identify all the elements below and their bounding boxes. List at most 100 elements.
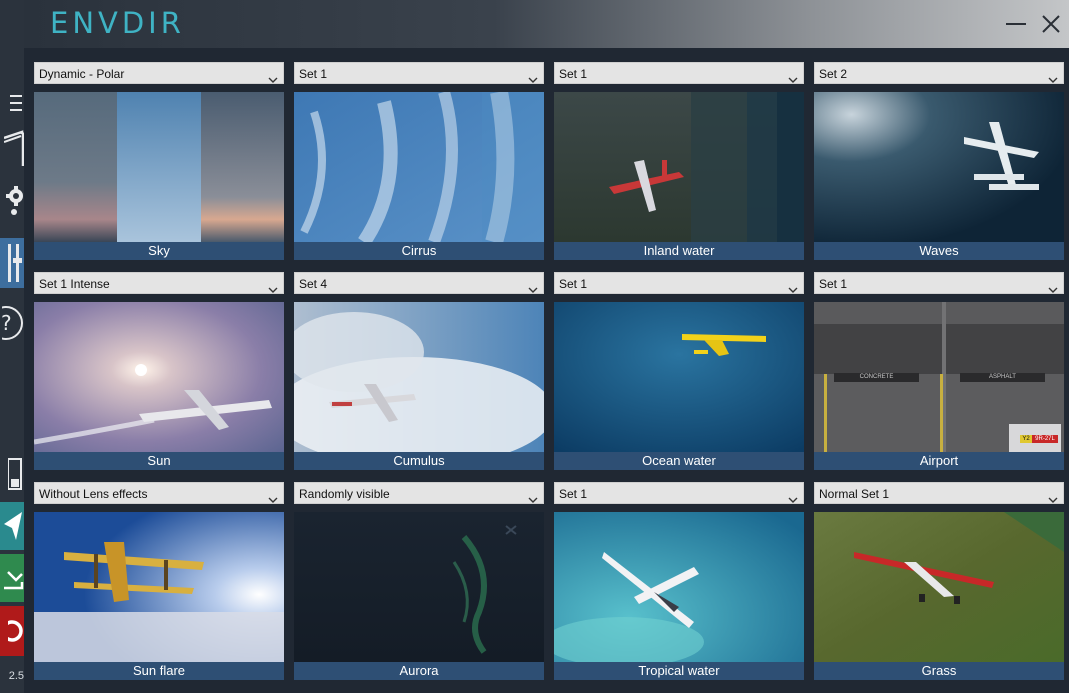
inland-water-select[interactable]: Set 1: [554, 62, 804, 84]
sky-label: Sky: [34, 242, 284, 260]
chevron-down-icon: [788, 489, 798, 511]
concrete-sign: CONCRETE: [859, 374, 894, 380]
app-title: ENVDIR: [50, 6, 185, 40]
download-icon: [4, 554, 24, 602]
minimize-icon: [1004, 23, 1028, 40]
cell-cumulus: Set 4 Cumulus: [294, 272, 544, 470]
tropical-water-select[interactable]: Set 1: [554, 482, 804, 504]
aurora-select-value: Randomly visible: [299, 487, 390, 501]
sun-label: Sun: [34, 452, 284, 470]
sky-select[interactable]: Dynamic - Polar: [34, 62, 284, 84]
close-icon: [1039, 15, 1063, 40]
download-button[interactable]: [0, 554, 24, 602]
cell-aurora: Randomly visible Aurora: [294, 482, 544, 680]
cell-sky: Dynamic - Polar Sky: [34, 62, 284, 260]
waves-thumbnail[interactable]: [814, 92, 1064, 242]
menu-icon: [10, 91, 24, 115]
chevron-down-icon: [268, 489, 278, 511]
sliders-icon: [6, 238, 24, 288]
chevron-down-icon: [528, 69, 538, 91]
settings-button[interactable]: [0, 182, 24, 222]
sidebar: ? 2.5: [0, 0, 24, 693]
help-button[interactable]: ?: [0, 300, 24, 346]
svg-text:?: ?: [2, 311, 12, 335]
chevron-down-icon: [528, 279, 538, 301]
gear-icon: [6, 182, 24, 222]
runway-sign-taxiway: Y2: [1022, 436, 1030, 442]
tropical-water-select-value: Set 1: [559, 487, 588, 501]
waves-label: Waves: [814, 242, 1064, 260]
home-button[interactable]: [0, 128, 24, 168]
cumulus-select-value: Set 4: [299, 277, 328, 291]
cirrus-select-value: Set 1: [299, 67, 328, 81]
title-bar: ENVDIR: [24, 0, 1069, 48]
grass-select-value: Normal Set 1: [819, 487, 890, 501]
home-icon: [4, 128, 24, 168]
cell-airport: Set 1 CONCRETE ASPHALT Y2 9R-27L Airport: [814, 272, 1064, 470]
adjust-button[interactable]: [0, 238, 24, 288]
ocean-water-select-value: Set 1: [559, 277, 588, 291]
sun-flare-thumbnail[interactable]: [34, 512, 284, 662]
chevron-down-icon: [268, 279, 278, 301]
inland-water-label: Inland water: [554, 242, 804, 260]
aurora-select[interactable]: Randomly visible: [294, 482, 544, 504]
sun-thumbnail[interactable]: [34, 302, 284, 452]
minimize-button[interactable]: [1004, 12, 1028, 36]
inland-water-thumbnail[interactable]: [554, 92, 804, 242]
cell-sun: Set 1 Intense Sun: [34, 272, 284, 470]
cell-grass: Normal Set 1 Grass: [814, 482, 1064, 680]
grass-select[interactable]: Normal Set 1: [814, 482, 1064, 504]
tropical-water-thumbnail[interactable]: [554, 512, 804, 662]
airport-thumbnail[interactable]: CONCRETE ASPHALT Y2 9R-27L: [814, 302, 1064, 452]
ocean-water-select[interactable]: Set 1: [554, 272, 804, 294]
sky-select-value: Dynamic - Polar: [39, 67, 125, 81]
environment-grid: Dynamic - Polar Sky Set 1 Cirrus Set 1 I…: [24, 48, 1069, 693]
ocean-water-label: Ocean water: [554, 452, 804, 470]
aurora-thumbnail[interactable]: [294, 512, 544, 662]
sun-select-value: Set 1 Intense: [39, 277, 110, 291]
sky-thumbnail[interactable]: [34, 92, 284, 242]
cumulus-select[interactable]: Set 4: [294, 272, 544, 294]
send-button[interactable]: [0, 502, 24, 550]
chevron-down-icon: [1048, 489, 1058, 511]
grass-label: Grass: [814, 662, 1064, 680]
runway-sign-runway: 9R-27L: [1035, 436, 1055, 442]
chevron-down-icon: [528, 489, 538, 511]
tropical-water-label: Tropical water: [554, 662, 804, 680]
cell-sun-flare: Without Lens effects Sun flare: [34, 482, 284, 680]
cell-inland-water: Set 1 Inland water: [554, 62, 804, 260]
sun-flare-label: Sun flare: [34, 662, 284, 680]
aurora-label: Aurora: [294, 662, 544, 680]
version-label: 2.5: [8, 670, 24, 682]
cell-cirrus: Set 1 Cirrus: [294, 62, 544, 260]
chevron-down-icon: [788, 69, 798, 91]
sun-flare-select-value: Without Lens effects: [39, 487, 148, 501]
menu-button[interactable]: [0, 88, 24, 118]
power-button[interactable]: [0, 606, 24, 656]
sun-flare-select[interactable]: Without Lens effects: [34, 482, 284, 504]
chevron-down-icon: [268, 69, 278, 91]
chevron-down-icon: [1048, 279, 1058, 301]
cell-tropical-water: Set 1 Tropical water: [554, 482, 804, 680]
cumulus-thumbnail[interactable]: [294, 302, 544, 452]
cirrus-select[interactable]: Set 1: [294, 62, 544, 84]
airport-label: Airport: [814, 452, 1064, 470]
cell-ocean-water: Set 1 Ocean water: [554, 272, 804, 470]
airport-select-value: Set 1: [819, 277, 848, 291]
cumulus-label: Cumulus: [294, 452, 544, 470]
save-icon: [8, 455, 24, 495]
waves-select[interactable]: Set 2: [814, 62, 1064, 84]
airport-select[interactable]: Set 1: [814, 272, 1064, 294]
cirrus-thumbnail[interactable]: [294, 92, 544, 242]
close-button[interactable]: [1039, 12, 1063, 36]
asphalt-sign: ASPHALT: [989, 374, 1016, 380]
ocean-water-thumbnail[interactable]: [554, 302, 804, 452]
help-icon: ?: [2, 300, 24, 346]
grass-thumbnail[interactable]: [814, 512, 1064, 662]
sun-select[interactable]: Set 1 Intense: [34, 272, 284, 294]
save-button[interactable]: [0, 455, 24, 495]
chevron-down-icon: [788, 279, 798, 301]
shuffle-icon: [504, 524, 518, 536]
chevron-down-icon: [1048, 69, 1058, 91]
send-icon: [4, 502, 24, 550]
